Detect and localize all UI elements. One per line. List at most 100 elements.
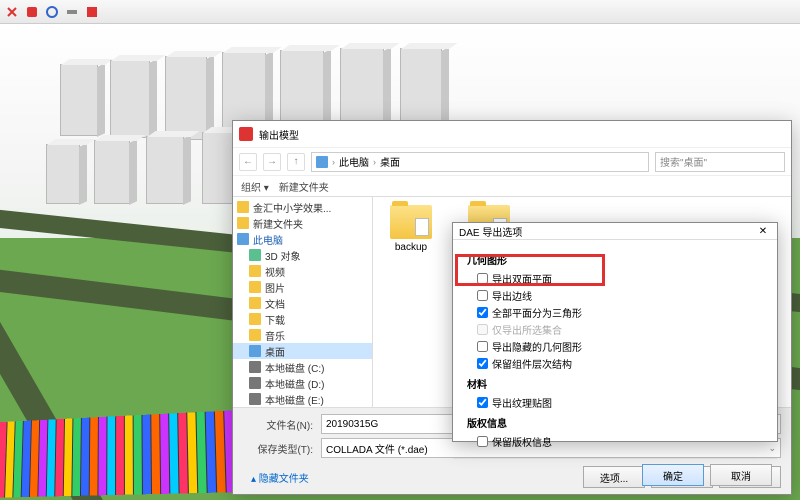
tree-item-label: 金汇中小学效果... xyxy=(253,200,331,215)
tree-item[interactable]: 本地磁盘 (E:) xyxy=(233,391,372,407)
option-checkbox[interactable] xyxy=(477,307,488,318)
option-label: 导出双面平面 xyxy=(492,271,552,286)
tree-item-icon xyxy=(249,313,261,325)
folder-label: backup xyxy=(395,242,427,253)
tree-item[interactable]: 图片 xyxy=(233,279,372,295)
option-checkbox[interactable] xyxy=(477,358,488,369)
sketchup-icon xyxy=(239,127,253,141)
tree-item-icon xyxy=(237,233,249,245)
dialog-titlebar[interactable]: 输出模型 xyxy=(233,121,791,147)
option-row[interactable]: 导出纹理贴图 xyxy=(467,394,763,411)
breadcrumb-seg[interactable]: 此电脑 xyxy=(339,154,369,169)
dialog-toolbar: 组织 ▾ 新建文件夹 xyxy=(233,175,791,197)
tree-item[interactable]: 新建文件夹 xyxy=(233,215,372,231)
path-box[interactable]: › 此电脑 › 桌面 xyxy=(311,152,649,172)
tool-dim-icon[interactable] xyxy=(64,4,80,20)
tree-item[interactable]: 此电脑 xyxy=(233,231,372,247)
options-section-header: 几何图形 xyxy=(467,252,763,267)
main-toolbar xyxy=(0,0,800,24)
tree-item-icon xyxy=(249,361,261,373)
filename-label: 文件名(N): xyxy=(243,417,313,432)
option-label: 全部平面分为三角形 xyxy=(492,305,582,320)
building xyxy=(60,64,98,136)
breadcrumb-bar: ← → ↑ › 此电脑 › 桌面 搜索"桌面" xyxy=(233,147,791,175)
option-row[interactable]: 保留组件层次结构 xyxy=(467,355,763,372)
tree-item[interactable]: 下载 xyxy=(233,311,372,327)
tree-item[interactable]: 本地磁盘 (C:) xyxy=(233,359,372,375)
option-row[interactable]: 导出双面平面 xyxy=(467,270,763,287)
option-label: 保留组件层次结构 xyxy=(492,356,572,371)
option-row[interactable]: 保留版权信息 xyxy=(467,433,763,450)
tree-item[interactable]: 本地磁盘 (D:) xyxy=(233,375,372,391)
tool-paint-icon[interactable] xyxy=(24,4,40,20)
tree-item[interactable]: 音乐 xyxy=(233,327,372,343)
search-input[interactable]: 搜索"桌面" xyxy=(655,152,785,172)
dialog-title: 输出模型 xyxy=(259,127,299,142)
filetype-label: 保存类型(T): xyxy=(243,441,313,456)
ok-button[interactable]: 确定 xyxy=(642,464,704,486)
folder-tree[interactable]: 金汇中小学效果...新建文件夹此电脑3D 对象视频图片文档下载音乐桌面本地磁盘 … xyxy=(233,197,373,407)
tree-item-label: 本地磁盘 (D:) xyxy=(265,376,324,391)
option-checkbox[interactable] xyxy=(477,341,488,352)
tree-item-label: 本地磁盘 (E:) xyxy=(265,392,324,407)
option-row[interactable]: 全部平面分为三角形 xyxy=(467,304,763,321)
building xyxy=(94,140,130,204)
tree-item-label: 桌面 xyxy=(265,344,285,359)
tree-item-icon xyxy=(249,265,261,277)
tree-item[interactable]: 文档 xyxy=(233,295,372,311)
tree-item[interactable]: 视频 xyxy=(233,263,372,279)
option-row[interactable]: 导出边线 xyxy=(467,287,763,304)
dae-options-dialog: DAE 导出选项 ✕ 几何图形导出双面平面导出边线全部平面分为三角形仅导出所选集… xyxy=(452,222,778,442)
nav-forward-button[interactable]: → xyxy=(263,153,281,171)
option-checkbox xyxy=(477,324,488,335)
tree-item-icon xyxy=(249,249,261,261)
option-checkbox[interactable] xyxy=(477,397,488,408)
tree-item-icon xyxy=(249,329,261,341)
tree-item-label: 3D 对象 xyxy=(265,248,301,263)
option-row: 仅导出所选集合 xyxy=(467,321,763,338)
tree-item-icon xyxy=(249,377,261,389)
option-label: 导出纹理贴图 xyxy=(492,395,552,410)
tree-item-label: 下载 xyxy=(265,312,285,327)
tool-logo-icon[interactable] xyxy=(84,4,100,20)
new-folder-button[interactable]: 新建文件夹 xyxy=(279,179,329,194)
tree-item-label: 音乐 xyxy=(265,328,285,343)
organize-menu[interactable]: 组织 ▾ xyxy=(241,179,269,194)
option-label: 导出隐藏的几何图形 xyxy=(492,339,582,354)
option-checkbox[interactable] xyxy=(477,273,488,284)
building xyxy=(165,56,207,140)
close-icon[interactable]: ✕ xyxy=(755,223,771,239)
folder-item[interactable]: backup xyxy=(381,205,441,253)
folder-icon xyxy=(390,205,432,239)
tree-item-label: 图片 xyxy=(265,280,285,295)
options-cancel-button[interactable]: 取消 xyxy=(710,464,772,486)
pc-icon xyxy=(316,156,328,168)
tree-item-label: 本地磁盘 (C:) xyxy=(265,360,324,375)
tree-item-icon xyxy=(249,281,261,293)
tree-item-icon xyxy=(249,345,261,357)
nav-up-button[interactable]: ↑ xyxy=(287,153,305,171)
option-label: 保留版权信息 xyxy=(492,434,552,449)
building xyxy=(110,60,150,138)
tree-item-label: 视频 xyxy=(265,264,285,279)
tree-item[interactable]: 桌面 xyxy=(233,343,372,359)
tree-item-icon xyxy=(249,393,261,405)
tree-item-label: 此电脑 xyxy=(253,232,283,247)
building xyxy=(46,144,80,204)
options-title: DAE 导出选项 xyxy=(459,224,522,239)
building xyxy=(146,136,184,204)
hide-folders-link[interactable]: ▴ 隐藏文件夹 xyxy=(243,466,309,485)
nav-back-button[interactable]: ← xyxy=(239,153,257,171)
tree-item[interactable]: 金汇中小学效果... xyxy=(233,199,372,215)
tool-scissors-icon[interactable] xyxy=(4,4,20,20)
tree-item[interactable]: 3D 对象 xyxy=(233,247,372,263)
tree-item-label: 文档 xyxy=(265,296,285,311)
option-checkbox[interactable] xyxy=(477,436,488,447)
option-row[interactable]: 导出隐藏的几何图形 xyxy=(467,338,763,355)
options-section-header: 版权信息 xyxy=(467,415,763,430)
tree-item-label: 新建文件夹 xyxy=(253,216,303,231)
option-label: 仅导出所选集合 xyxy=(492,322,562,337)
option-checkbox[interactable] xyxy=(477,290,488,301)
breadcrumb-seg[interactable]: 桌面 xyxy=(380,154,400,169)
tool-rotate-icon[interactable] xyxy=(44,4,60,20)
